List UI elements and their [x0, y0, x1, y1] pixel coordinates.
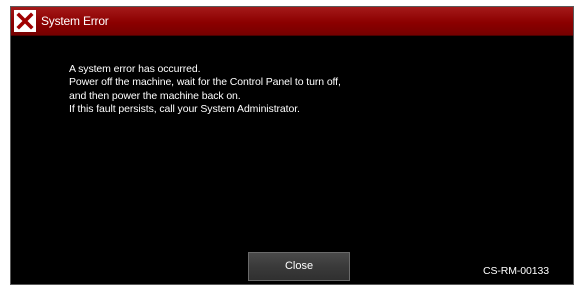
message-line: Power off the machine, wait for the Cont… [69, 76, 341, 89]
close-button[interactable]: Close [248, 252, 350, 281]
close-x-icon [14, 10, 36, 32]
error-code: CS-RM-00133 [483, 265, 550, 277]
dialog-title: System Error [41, 14, 109, 28]
error-dialog: System Error A system error has occurred… [10, 6, 574, 285]
message-line: If this fault persists, call your System… [69, 102, 300, 115]
dialog-title-bar: System Error [11, 7, 573, 36]
error-message: A system error has occurred. Power off t… [69, 63, 341, 116]
message-line: and then power the machine back on. [69, 89, 241, 102]
message-line: A system error has occurred. [69, 63, 201, 75]
